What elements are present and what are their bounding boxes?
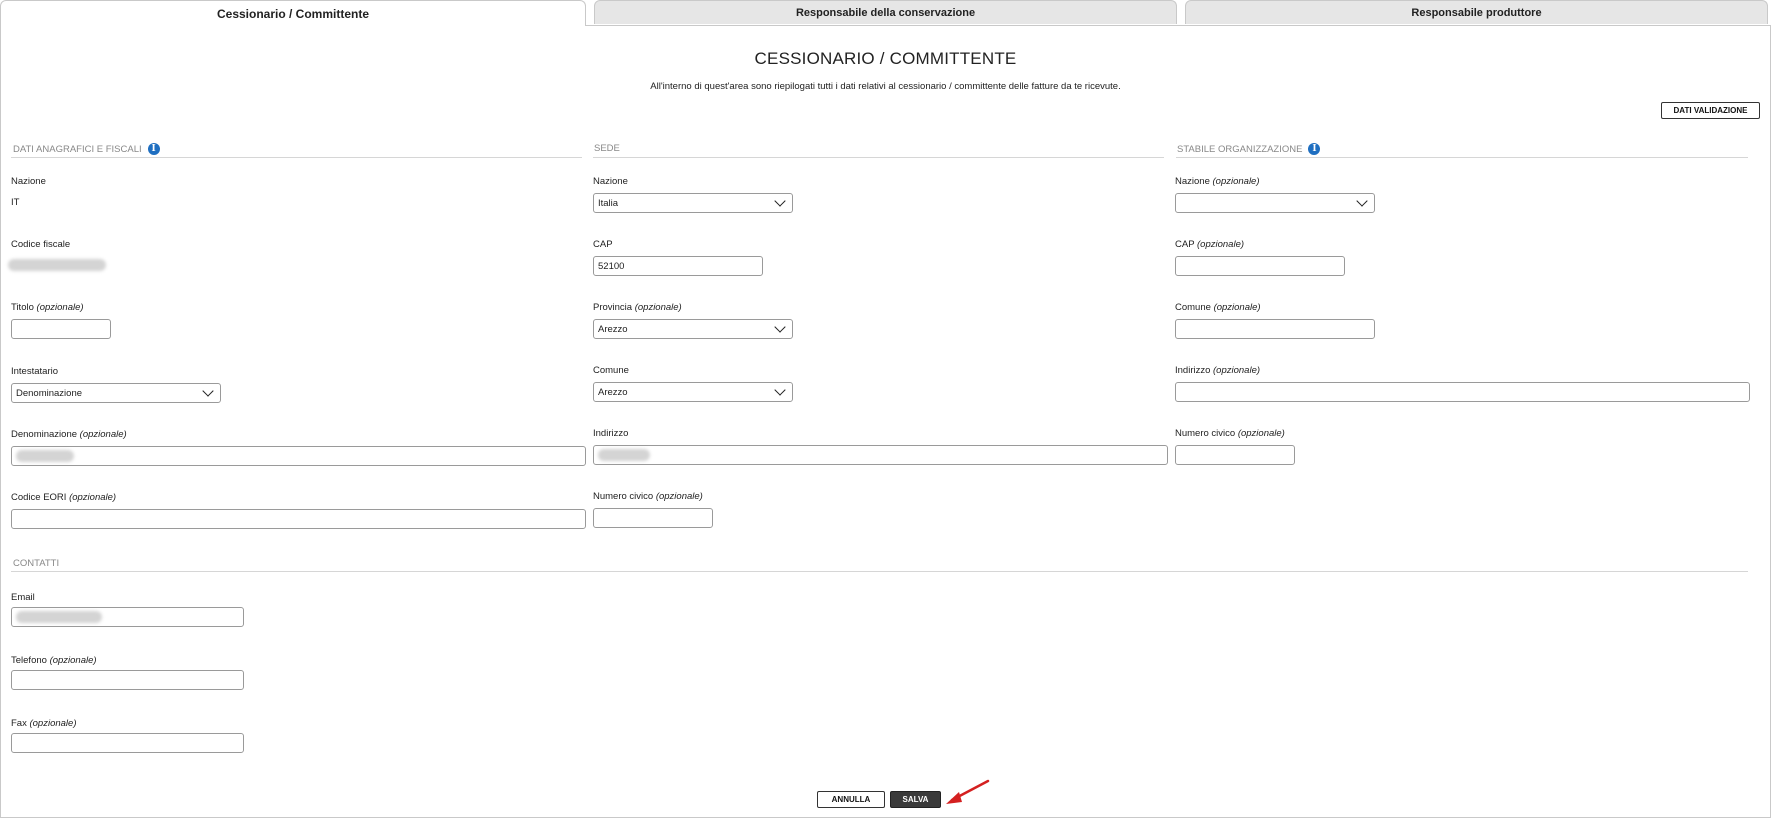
- titolo-input[interactable]: [11, 319, 111, 339]
- nazione-value: IT: [11, 197, 20, 208]
- comune-value: Arezzo: [598, 386, 628, 398]
- chevron-down-icon: [774, 321, 786, 333]
- dati-validazione-button[interactable]: DATI VALIDAZIONE: [1661, 102, 1760, 119]
- codice-fiscale-label: Codice fiscale: [11, 239, 71, 250]
- telefono-input[interactable]: [11, 670, 244, 690]
- chevron-down-icon: [1356, 195, 1368, 207]
- provincia-value: Arezzo: [598, 323, 628, 335]
- sede-numero-civico-input[interactable]: [593, 508, 713, 528]
- section-dati-anagrafici-title: DATI ANAGRAFICI E FISCALI: [13, 143, 142, 155]
- sede-numero-civico-label: Numero civico (opzionale): [593, 491, 703, 502]
- provincia-select[interactable]: Arezzo: [593, 319, 793, 339]
- tab-bar: Cessionario / Committente Responsabile d…: [0, 0, 1771, 26]
- divider: [593, 157, 1164, 158]
- titolo-label: Titolo (opzionale): [11, 302, 84, 313]
- intestatario-value: Denominazione: [16, 387, 83, 399]
- denominazione-label: Denominazione (opzionale): [11, 429, 127, 440]
- email-label: Email: [11, 592, 35, 603]
- page-title: CESSIONARIO / COMMITTENTE: [754, 49, 1017, 68]
- section-contatti: CONTATTI: [13, 558, 59, 569]
- arrow-annotation-icon: [946, 779, 990, 804]
- cap-value: 52100: [598, 260, 625, 272]
- page-subtitle: All'interno di quest'area sono riepiloga…: [650, 81, 1121, 92]
- cap-label: CAP: [593, 239, 613, 250]
- indirizzo-label: Indirizzo: [593, 428, 629, 439]
- nazione-label: Nazione: [11, 176, 46, 187]
- sede-nazione-select[interactable]: Italia: [593, 193, 793, 213]
- sede-nazione-label: Nazione: [593, 176, 628, 187]
- form-panel: [0, 25, 1771, 818]
- stabile-numero-civico-label: Numero civico (opzionale): [1175, 428, 1285, 439]
- chevron-down-icon: [774, 384, 786, 396]
- stabile-nazione-label: Nazione (opzionale): [1175, 176, 1260, 187]
- stabile-comune-input[interactable]: [1175, 319, 1375, 339]
- denominazione-input[interactable]: [11, 446, 586, 466]
- codice-fiscale-redacted: [8, 259, 106, 271]
- stabile-numero-civico-input[interactable]: [1175, 445, 1295, 465]
- divider: [1176, 157, 1748, 158]
- annulla-button[interactable]: ANNULLA: [817, 791, 885, 808]
- section-stabile-title: STABILE ORGANIZZAZIONE: [1177, 143, 1303, 155]
- tab-responsabile-produttore[interactable]: Responsabile produttore: [1185, 0, 1768, 24]
- tab-cessionario-committente[interactable]: Cessionario / Committente: [0, 0, 586, 26]
- tab-responsabile-conservazione[interactable]: Responsabile della conservazione: [594, 0, 1177, 24]
- sede-nazione-value: Italia: [598, 197, 619, 209]
- chevron-down-icon: [202, 385, 214, 397]
- intestatario-select[interactable]: Denominazione: [11, 383, 221, 403]
- stabile-comune-label: Comune (opzionale): [1175, 302, 1261, 313]
- intestatario-label: Intestatario: [11, 366, 58, 377]
- salva-button[interactable]: SALVA: [890, 791, 941, 808]
- info-icon[interactable]: i: [1308, 143, 1321, 155]
- section-contatti-title: CONTATTI: [13, 558, 60, 569]
- stabile-nazione-select[interactable]: [1175, 193, 1375, 213]
- fax-input[interactable]: [11, 733, 244, 753]
- codice-eori-label: Codice EORI (opzionale): [11, 492, 117, 503]
- indirizzo-input[interactable]: [593, 445, 1168, 465]
- denominazione-redacted: [16, 450, 74, 462]
- section-sede: SEDE: [594, 143, 620, 154]
- indirizzo-redacted: [598, 449, 650, 461]
- provincia-label: Provincia (opzionale): [593, 302, 682, 313]
- email-input[interactable]: [11, 607, 244, 627]
- comune-label: Comune: [593, 365, 629, 376]
- comune-select[interactable]: Arezzo: [593, 382, 793, 402]
- stabile-indirizzo-label: Indirizzo (opzionale): [1175, 365, 1261, 376]
- section-dati-anagrafici-fiscali: DATI ANAGRAFICI E FISCALI i: [13, 143, 160, 155]
- chevron-down-icon: [774, 195, 786, 207]
- stabile-indirizzo-input[interactable]: [1175, 382, 1750, 402]
- stabile-cap-input[interactable]: [1175, 256, 1345, 276]
- email-redacted: [16, 611, 102, 623]
- divider: [11, 571, 1748, 572]
- telefono-label: Telefono (opzionale): [11, 655, 97, 666]
- codice-eori-input[interactable]: [11, 509, 586, 529]
- cap-input[interactable]: 52100: [593, 256, 763, 276]
- stabile-cap-label: CAP (opzionale): [1175, 239, 1245, 250]
- fax-label: Fax (opzionale): [11, 718, 77, 729]
- section-sede-title: SEDE: [594, 143, 620, 154]
- divider: [11, 157, 582, 158]
- section-stabile-organizzazione: STABILE ORGANIZZAZIONE i: [1177, 143, 1321, 155]
- info-icon[interactable]: i: [147, 143, 160, 155]
